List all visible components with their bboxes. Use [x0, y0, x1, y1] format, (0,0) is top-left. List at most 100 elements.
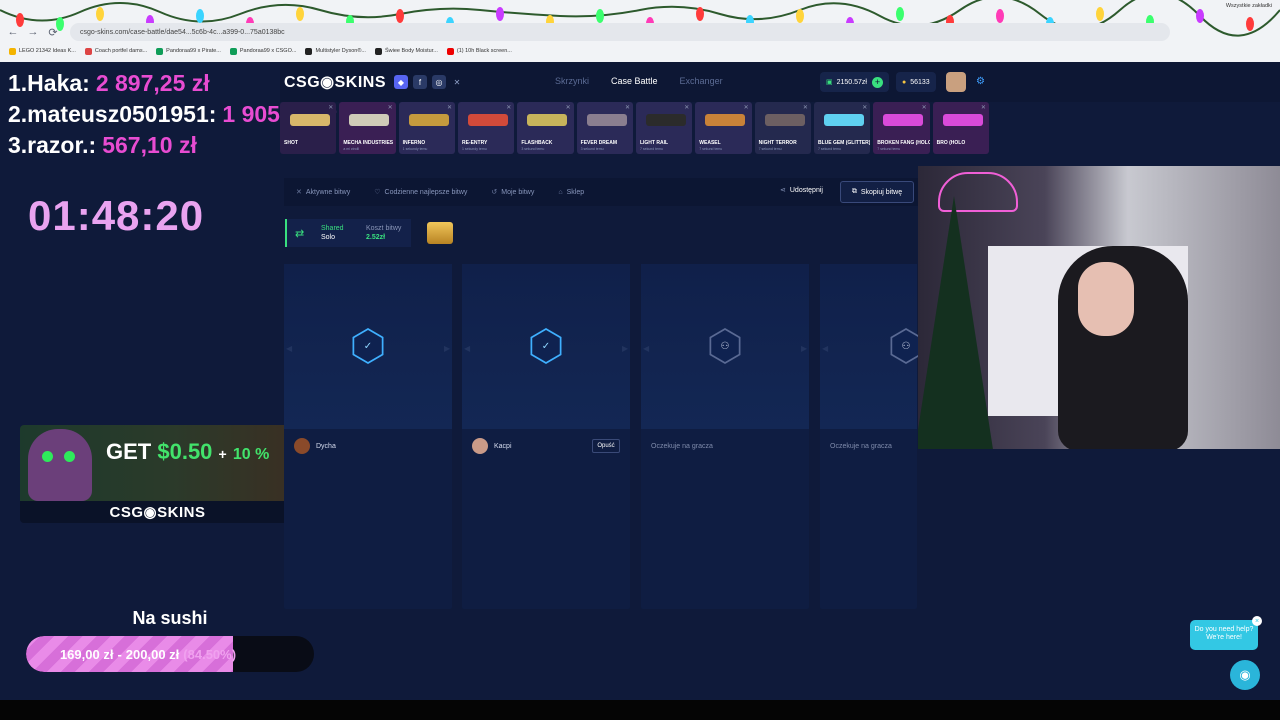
address-row: ← → ⟳ csgo-skins.com/case-battle/dae54..…	[0, 22, 1280, 42]
weapon-skin-icon	[586, 114, 627, 126]
x-twitter-icon[interactable]: ✕	[450, 75, 464, 89]
case-reel: ◀ ▶ ✓	[284, 264, 452, 429]
dismiss-icon: ✕	[328, 105, 334, 111]
monster-mascot-icon	[28, 429, 92, 501]
drop-card[interactable]: ✕ BLUE GEM (GLITTER) 7 sekund temu	[813, 102, 871, 154]
bookmark-item[interactable]: Multistyler Dyson®...	[305, 47, 366, 55]
cost-label: Koszt bitwy	[366, 225, 402, 232]
drop-time: 7 sekund temu	[639, 147, 663, 151]
forward-icon[interactable]: →	[26, 25, 40, 39]
drop-name: FEVER DREAM	[580, 140, 618, 146]
bookmark-item[interactable]: Coach portfel dams...	[84, 47, 147, 55]
main-tabs: Skrzynki Case Battle Exchanger	[555, 76, 745, 86]
close-help-icon[interactable]: ×	[1252, 616, 1262, 626]
drop-card[interactable]: ✕ FEVER DREAM 3 sekund temu	[576, 102, 633, 154]
discord-icon[interactable]: ◆	[394, 75, 408, 89]
reel-arrow-left-icon: ◀	[822, 344, 829, 353]
ready-check-icon: ✓	[352, 328, 384, 364]
ad-plus: +	[218, 446, 227, 462]
weapon-skin-icon	[823, 114, 864, 126]
share-button[interactable]: ⋖ Udostępnij	[780, 186, 823, 194]
mode-type-label: Shared	[321, 225, 344, 232]
drop-time: 3 sekund temu	[580, 147, 604, 151]
drop-time: 1 sekundy temu	[402, 147, 428, 151]
site-logo[interactable]: CSG◉SKINS	[284, 72, 386, 92]
coins-value: 56133	[910, 78, 930, 86]
bookmark-label: Multistyler Dyson®...	[315, 48, 366, 54]
goal-text: 169,00 zł - 200,00 zł (84.50%)	[26, 636, 270, 672]
drop-card[interactable]: ✕ LIGHT RAIL 7 sekund temu	[635, 102, 693, 154]
bookmark-favicon-icon	[156, 47, 164, 55]
bookmark-favicon-icon	[305, 47, 313, 55]
subnav-item[interactable]: ↺ Moje bitwy	[491, 188, 534, 196]
instagram-icon[interactable]: ◎	[432, 75, 446, 89]
dismiss-icon: ✕	[921, 105, 927, 111]
coins-badge[interactable]: ● 56133	[896, 72, 936, 92]
gear-icon[interactable]: ⚙	[976, 76, 985, 87]
weapon-skin-icon	[467, 114, 508, 126]
subnav-item[interactable]: ♡ Codzienne najlepsze bitwy	[374, 188, 467, 196]
drop-card[interactable]: ✕ FLASHBACK 3 sekund temu	[517, 102, 574, 154]
weapon-skin-icon	[645, 114, 686, 126]
back-icon[interactable]: ←	[6, 25, 20, 39]
help-line-1: Do you need help?	[1194, 626, 1254, 633]
neon-sign	[938, 172, 1018, 212]
bookmark-item[interactable]: Pandoraa99 x CSGO...	[229, 47, 296, 55]
leaderboard-name: 2.mateusz0501951:	[8, 101, 217, 127]
subnav-label: Moje bitwy	[501, 189, 535, 196]
weapon-skin-icon	[527, 114, 568, 126]
slot-footer: Dycha	[284, 434, 452, 458]
sponsor-ad[interactable]: GET $0.50 + 10 % CSG◉SKINS	[20, 425, 295, 523]
drop-card[interactable]: ✕ MECHA INDUSTRIES a mi ctrolll	[339, 102, 396, 154]
bookmark-label: Świee Body Moistur...	[384, 48, 438, 54]
player-slot: ◀ ⚇ Oczekuje na gracza	[820, 264, 922, 609]
drop-card[interactable]: ✕ BRO (HOLO	[932, 102, 989, 154]
drop-time: 7 sekund temu	[817, 147, 841, 151]
bookmark-item[interactable]: LEGO 21342 Ideas K...	[9, 47, 76, 55]
leave-button[interactable]: Opuść	[592, 439, 620, 453]
bookmark-item[interactable]: Świee Body Moistur...	[374, 47, 438, 55]
subnav-item[interactable]: ✕ Aktywne bitwy	[296, 188, 350, 196]
tab-skrzynki[interactable]: Skrzynki	[555, 76, 589, 86]
chat-icon[interactable]: ◉	[1230, 660, 1260, 690]
drop-card[interactable]: ✕ SHOT	[280, 102, 337, 154]
waiting-text: Oczekuje na gracza	[830, 442, 892, 450]
subnav-item[interactable]: ⌂ Sklep	[558, 189, 584, 196]
player-name: Dycha	[316, 442, 336, 450]
bookmark-favicon-icon	[229, 47, 237, 55]
dismiss-icon: ✕	[743, 105, 749, 111]
help-line-2: We're here!	[1206, 634, 1242, 641]
drop-card[interactable]: ✕ BROKEN FANG (HOLO) 7 sekund temu	[873, 102, 930, 154]
browser-chrome: ← → ⟳ csgo-skins.com/case-battle/dae54..…	[0, 0, 1280, 62]
drop-card[interactable]: ✕ INFERNO 1 sekundy temu	[398, 102, 455, 154]
player-name: Kacpi	[494, 442, 512, 450]
streamer-face	[1078, 262, 1134, 336]
shop-icon: ⌂	[558, 188, 563, 196]
drop-time: 1 sekundy temu	[461, 147, 487, 151]
tab-exchanger[interactable]: Exchanger	[680, 76, 723, 86]
drop-card[interactable]: ✕ RE-ENTRY 1 sekundy temu	[457, 102, 515, 154]
reload-icon[interactable]: ⟳	[46, 25, 60, 39]
help-bubble[interactable]: Do you need help? We're here!	[1190, 620, 1258, 650]
coin-icon: ●	[902, 78, 907, 86]
address-bar[interactable]: csgo-skins.com/case-battle/dae54...5c6b-…	[70, 23, 1170, 41]
share-icon: ⋖	[780, 187, 786, 194]
all-bookmarks-link[interactable]: Wszystkie zakładki	[1226, 3, 1272, 9]
balance-badge[interactable]: ▣ 2150.57zł +	[820, 72, 889, 92]
leaderboard-name: 1.Haka:	[8, 70, 90, 96]
handshake-icon: ⇄	[295, 228, 305, 240]
copy-battle-button[interactable]: ⧉ Skopiuj bitwę	[840, 181, 914, 203]
add-balance-icon[interactable]: +	[871, 76, 883, 88]
case-box-icon[interactable]	[427, 222, 453, 244]
drop-card[interactable]: ✕ WEASEL 7 sekund temu	[695, 102, 752, 154]
bookmark-favicon-icon	[446, 47, 454, 55]
drop-card[interactable]: ✕ NIGHT TERROR 7 sekund temu	[754, 102, 811, 154]
bookmark-item[interactable]: Pandoraa99 x Pirate...	[156, 47, 221, 55]
tab-case-battle[interactable]: Case Battle	[611, 76, 658, 86]
copy-icon: ⧉	[851, 188, 857, 195]
bookmark-item[interactable]: (1) 10h Black screen...	[446, 47, 512, 55]
drop-name: BROKEN FANG (HOLO)	[877, 140, 930, 146]
hex-inner: ✓	[532, 330, 560, 362]
user-avatar[interactable]	[946, 72, 966, 92]
facebook-icon[interactable]: f	[413, 75, 427, 89]
